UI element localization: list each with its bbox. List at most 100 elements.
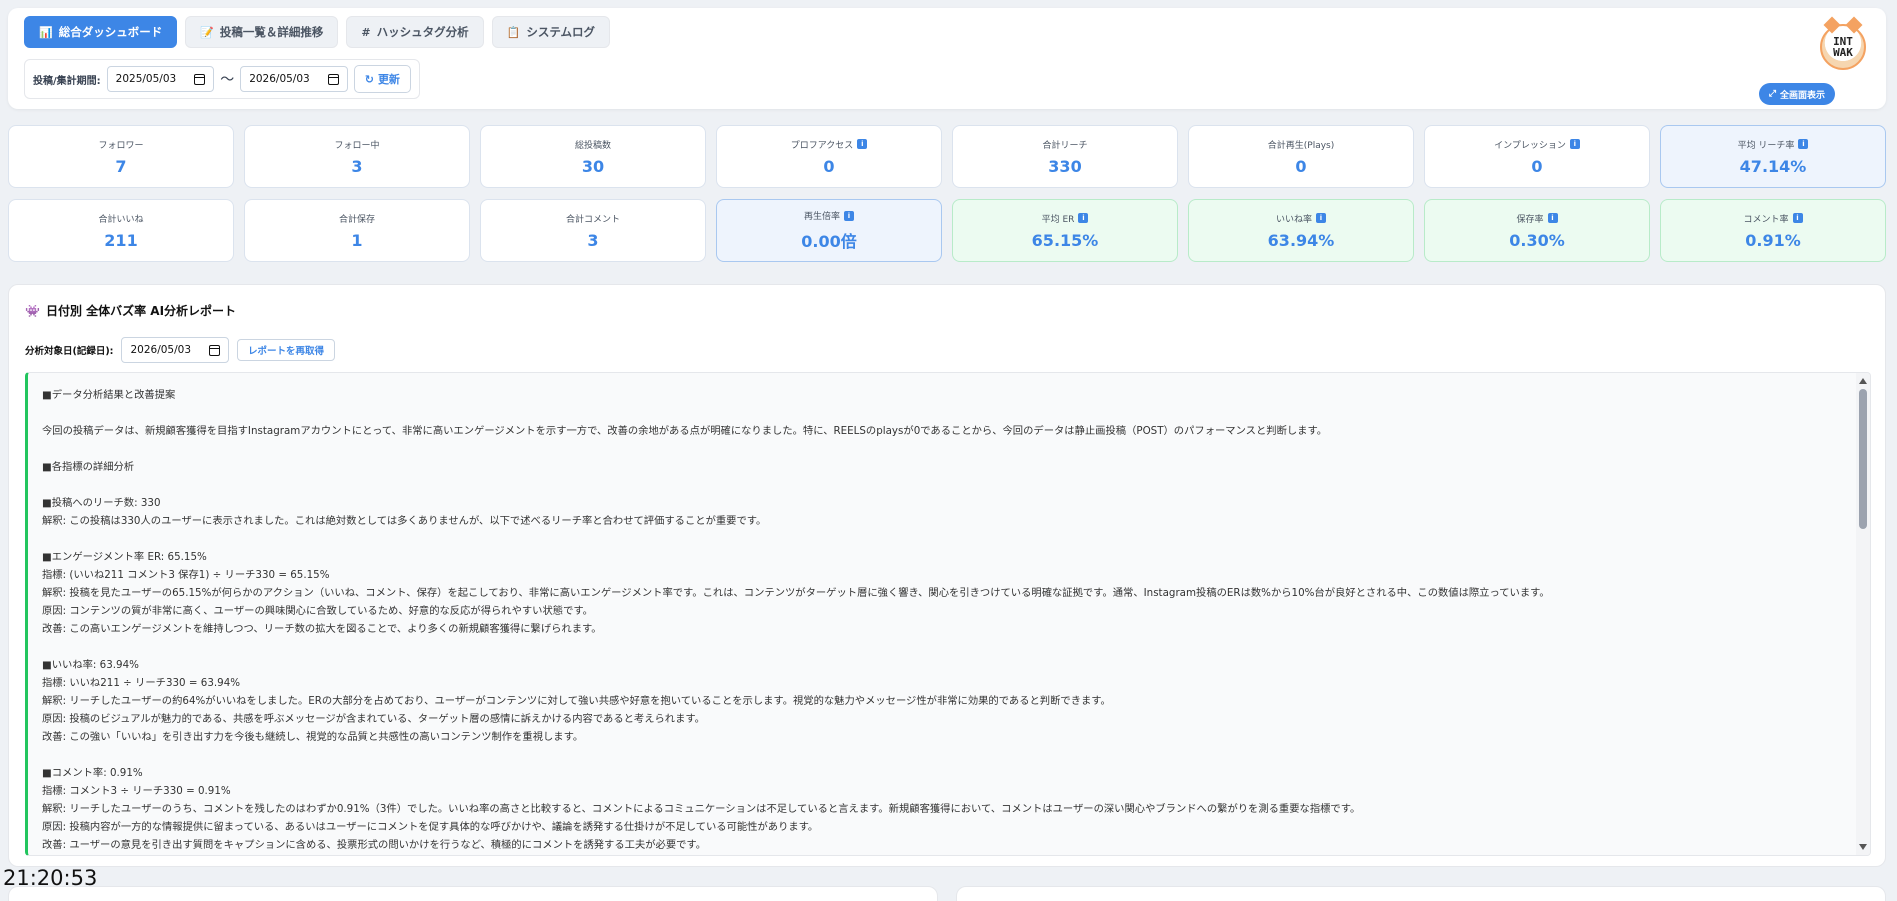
kpi-label: フォロワー bbox=[98, 138, 143, 151]
refresh-label: 更新 bbox=[377, 73, 400, 86]
kpi-label: 保存率 i bbox=[1516, 212, 1558, 225]
report-scrollbar[interactable] bbox=[1856, 373, 1870, 855]
kpi-label-text: 合計いいね bbox=[98, 214, 144, 225]
kpi-value: 330 bbox=[1048, 156, 1082, 176]
tab-label: システムログ bbox=[526, 25, 595, 39]
kpi-value: 3 bbox=[351, 156, 363, 176]
info-icon[interactable]: i bbox=[844, 210, 854, 221]
kpi-label: 平均 ER i bbox=[1042, 212, 1089, 225]
ai-face-icon: 👾 bbox=[25, 303, 40, 318]
kpi-avg-er: 平均 ER i 65.15% bbox=[952, 199, 1178, 262]
info-icon[interactable]: i bbox=[1792, 213, 1803, 223]
kpi-label-text: 平均 ER bbox=[1041, 214, 1075, 225]
logo-ear-right bbox=[1845, 16, 1863, 34]
kpi-value: 0.00倍 bbox=[801, 232, 857, 251]
kpi-value: 0 bbox=[823, 156, 835, 176]
clock-overlay: 21:20:53 bbox=[3, 866, 98, 890]
logo-text: INT WAK bbox=[1833, 35, 1853, 59]
report-line: 指標: いいね211 ÷ リーチ330 = 63.94% bbox=[42, 677, 241, 689]
scroll-down-icon[interactable] bbox=[1859, 844, 1867, 850]
kpi-total-plays: 合計再生(Plays) 0 bbox=[1188, 125, 1414, 188]
kpi-label-text: 合計保存 bbox=[338, 214, 375, 225]
kpi-total-saves: 合計保存 1 bbox=[244, 199, 470, 262]
kpi-play-multiplier: 再生倍率 i 0.00倍 bbox=[716, 199, 942, 262]
info-icon[interactable]: i bbox=[1078, 213, 1089, 223]
kpi-label-text: インプレッション bbox=[1494, 140, 1566, 151]
expand-icon: ⤢ bbox=[1768, 89, 1776, 99]
kpi-label: 合計コメント bbox=[566, 212, 620, 225]
kpi-value: 0.91% bbox=[1745, 230, 1801, 250]
report-line bbox=[42, 440, 1856, 458]
chart-icon: 📊 bbox=[39, 25, 53, 39]
kpi-label-text: いいね率 bbox=[1275, 214, 1312, 225]
kpi-total-reach: 合計リーチ 330 bbox=[952, 125, 1178, 188]
kpi-value: 0 bbox=[1295, 156, 1307, 176]
calendar-icon[interactable] bbox=[209, 344, 221, 356]
tab-system-log[interactable]: 📋 システムログ bbox=[491, 16, 610, 48]
fullscreen-label: 全画面表示 bbox=[1779, 90, 1825, 101]
report-line: ■投稿へのリーチ数: 330 bbox=[42, 497, 161, 509]
end-date-input[interactable]: 2026/05/03 bbox=[240, 66, 348, 92]
report-line: 解釈: リーチしたユーザーのうち、コメントを残したのはわずか0.91%（3件）で… bbox=[42, 803, 1361, 815]
start-date-input[interactable]: 2025/05/03 bbox=[106, 66, 215, 92]
kpi-save-rate: 保存率 i 0.30% bbox=[1424, 199, 1650, 262]
info-icon[interactable]: i bbox=[1316, 213, 1326, 223]
kpi-label-text: 平均 リーチ率 bbox=[1737, 140, 1795, 151]
report-line: 改善: この強い「いいね」を引き出す力を今後も継続し、視覚的な品質と共感性の高い… bbox=[42, 731, 584, 743]
kpi-label: 合計いいね bbox=[98, 212, 143, 225]
info-icon[interactable]: i bbox=[1569, 139, 1580, 149]
tab-hashtags[interactable]: # ハッシュタグ分析 bbox=[346, 16, 484, 48]
report-line bbox=[42, 476, 1856, 494]
tab-label: 投稿一覧＆詳細推移 bbox=[219, 25, 324, 39]
kpi-label: いいね率 i bbox=[1276, 212, 1326, 225]
kpi-like-rate: いいね率 i 63.94% bbox=[1188, 199, 1414, 262]
scroll-up-icon[interactable] bbox=[1859, 378, 1867, 384]
info-icon[interactable]: i bbox=[1547, 213, 1558, 223]
kpi-label-text: 合計コメント bbox=[565, 214, 620, 225]
refresh-icon: ↻ bbox=[364, 72, 374, 86]
scroll-thumb[interactable] bbox=[1859, 389, 1867, 529]
kpi-total-comments: 合計コメント 3 bbox=[480, 199, 706, 262]
refetch-label: レポートを再取得 bbox=[248, 346, 325, 357]
ai-report-card: 👾 日付別 全体バズ率 AI分析レポート 分析対象日(記録日): 2026/05/… bbox=[8, 284, 1886, 867]
kpi-row-1: フォロワー 7 フォロー中 3 総投稿数 30 プロフアクセス i 0 合計リーチ 330 … bbox=[8, 125, 1886, 188]
logo-ear-left bbox=[1823, 16, 1841, 34]
report-date-input[interactable]: 2026/05/03 bbox=[121, 337, 230, 363]
clipboard-icon: 📋 bbox=[506, 25, 521, 39]
kpi-label-text: 保存率 bbox=[1516, 214, 1544, 225]
kpi-total-likes: 合計いいね 211 bbox=[8, 199, 234, 262]
kpi-label: 合計保存 bbox=[339, 212, 375, 225]
kpi-label: フォロー中 bbox=[334, 138, 379, 151]
report-line: 解釈: リーチしたユーザーの約64%がいいねをしました。ERの大部分を占めており… bbox=[42, 695, 1111, 707]
kpi-impressions: インプレッション i 0 bbox=[1424, 125, 1650, 188]
period-filter: 投稿/集計期間: 2025/05/03 〜 2026/05/03 ↻ 更新 bbox=[24, 59, 420, 99]
report-line: ■エンゲージメント率 ER: 65.15% bbox=[42, 551, 207, 563]
report-line: 原因: 投稿内容が一方的な情報提供に留まっている、あるいはユーザーにコメントを促… bbox=[42, 821, 819, 833]
calendar-icon[interactable] bbox=[194, 73, 206, 85]
calendar-icon[interactable] bbox=[327, 73, 339, 85]
kpi-comment-rate: コメント率 i 0.91% bbox=[1660, 199, 1886, 262]
kpi-value: 211 bbox=[104, 230, 138, 250]
app-logo: INT WAK bbox=[1820, 16, 1866, 70]
kpi-value: 65.15% bbox=[1031, 230, 1099, 250]
fullscreen-button[interactable]: ⤢ 全画面表示 bbox=[1758, 83, 1835, 105]
info-icon[interactable]: i bbox=[1798, 139, 1809, 149]
report-line: ■データ分析結果と改善提案 bbox=[42, 389, 176, 401]
info-icon[interactable]: i bbox=[857, 139, 868, 149]
kpi-label-text: 再生倍率 bbox=[803, 212, 840, 222]
tab-dashboard[interactable]: 📊 総合ダッシュボード bbox=[24, 16, 178, 48]
report-line: ■各指標の詳細分析 bbox=[42, 461, 135, 473]
kpi-value: 1 bbox=[351, 230, 363, 250]
refetch-report-button[interactable]: レポートを再取得 bbox=[237, 339, 336, 361]
kpi-label: 再生倍率 i bbox=[804, 209, 854, 222]
kpi-label: 平均 リーチ率 i bbox=[1738, 138, 1809, 151]
tab-label: 総合ダッシュボード bbox=[58, 25, 163, 39]
tab-label: ハッシュタグ分析 bbox=[376, 25, 469, 39]
report-body[interactable]: ■データ分析結果と改善提案 今回の投稿データは、新規顧客獲得を目指すInstag… bbox=[25, 372, 1871, 856]
report-text: ■データ分析結果と改善提案 今回の投稿データは、新規顧客獲得を目指すInstag… bbox=[28, 373, 1870, 855]
report-line: 指標: コメント3 ÷ リーチ330 = 0.91% bbox=[42, 785, 231, 797]
refresh-button[interactable]: ↻ 更新 bbox=[353, 65, 411, 93]
report-line bbox=[42, 638, 1856, 656]
report-title-text: 日付別 全体バズ率 AI分析レポート bbox=[45, 304, 237, 318]
tab-posts[interactable]: 📝 投稿一覧＆詳細推移 bbox=[185, 16, 339, 48]
